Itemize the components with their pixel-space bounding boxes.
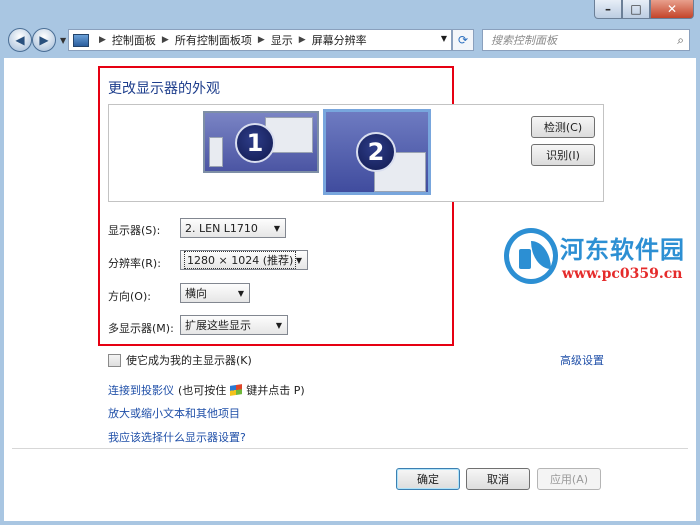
display-value: 2. LEN L1710	[185, 221, 258, 235]
refresh-icon: ⟳	[457, 33, 469, 47]
projector-hint-suffix: 键并点击 P)	[246, 384, 305, 397]
search-icon[interactable]: ⌕	[677, 33, 684, 48]
projector-hint-prefix: (也可按住	[178, 384, 227, 397]
apply-button[interactable]: 应用(A)	[537, 468, 601, 490]
caption-buttons: – □ ✕	[594, 0, 694, 20]
navigation-bar: ◀ ▶ ▼ ▶ 控制面板 ▶ 所有控制面板项 ▶ 显示 ▶ 屏幕分辨率 ▼ ⟳ …	[0, 24, 700, 56]
breadcrumb-display[interactable]: 显示	[271, 32, 293, 48]
display-label: 显示器(S):	[108, 224, 161, 237]
projector-link[interactable]: 连接到投影仪	[108, 382, 174, 398]
window: – □ ✕ ◀ ▶ ▼ ▶ 控制面板 ▶ 所有控制面板项 ▶ 显示 ▶ 屏幕分辨…	[0, 0, 700, 525]
chevron-down-icon: ▼	[237, 289, 244, 298]
search-input[interactable]	[489, 32, 663, 48]
identify-button[interactable]: 识别(I)	[531, 144, 595, 166]
watermark-logo-icon	[504, 228, 558, 284]
orientation-label: 方向(O):	[108, 290, 151, 303]
title-bar: – □ ✕	[0, 0, 700, 24]
back-button[interactable]: ◀	[8, 28, 32, 52]
resolution-value: 1280 × 1024 (推荐)	[183, 251, 297, 269]
forward-arrow-icon: ▶	[39, 33, 49, 47]
monitor-number-badge: 1	[235, 123, 275, 163]
breadcrumb-control-panel[interactable]: 控制面板	[112, 32, 156, 48]
orientation-value: 横向	[185, 287, 207, 300]
breadcrumb-screen-resolution[interactable]: 屏幕分辨率	[312, 32, 367, 48]
watermark: 河东软件园 www.pc0359.cn	[504, 228, 700, 290]
which-settings-link[interactable]: 我应该选择什么显示器设置?	[108, 429, 246, 445]
primary-display-row[interactable]: 使它成为我的主显示器(K)	[108, 352, 252, 368]
address-bar[interactable]: ▶ 控制面板 ▶ 所有控制面板项 ▶ 显示 ▶ 屏幕分辨率 ▼	[68, 29, 452, 51]
multi-display-value: 扩展这些显示	[185, 319, 251, 332]
primary-display-label[interactable]: 使它成为我的主显示器(K)	[126, 352, 252, 368]
breadcrumb-separator-icon[interactable]: ▶	[99, 35, 106, 45]
recent-pages-dropdown-icon[interactable]: ▼	[60, 36, 66, 45]
primary-display-checkbox[interactable]	[108, 353, 121, 367]
monitor-2[interactable]: 2	[323, 109, 431, 195]
breadcrumb-separator-icon[interactable]: ▶	[258, 35, 265, 45]
maximize-button[interactable]: □	[622, 0, 650, 19]
watermark-url: www.pc0359.cn	[562, 266, 683, 282]
chevron-down-icon: ▼	[273, 224, 280, 233]
breadcrumb-separator-icon[interactable]: ▶	[299, 35, 306, 45]
minimize-button[interactable]: –	[594, 0, 622, 19]
watermark-title: 河东软件园	[560, 236, 685, 264]
footer-divider	[12, 448, 688, 449]
multi-display-select[interactable]: 扩展这些显示 ▼	[180, 315, 288, 335]
monitor-1[interactable]: 1	[203, 111, 319, 173]
forward-button[interactable]: ▶	[32, 28, 56, 52]
display-select[interactable]: 2. LEN L1710 ▼	[180, 218, 286, 238]
breadcrumb-separator-icon[interactable]: ▶	[162, 35, 169, 45]
advanced-settings-link[interactable]: 高级设置	[560, 352, 604, 368]
back-arrow-icon: ◀	[15, 33, 25, 47]
chevron-down-icon: ▼	[295, 256, 302, 265]
ok-button[interactable]: 确定	[396, 468, 460, 490]
monitor-arrangement: 1 2 检测(C) 识别(I)	[108, 104, 604, 202]
text-size-link[interactable]: 放大或缩小文本和其他项目	[108, 405, 240, 421]
monitor-number-badge: 2	[356, 132, 396, 172]
detect-button[interactable]: 检测(C)	[531, 116, 595, 138]
resolution-select[interactable]: 1280 × 1024 (推荐) ▼	[180, 250, 308, 270]
breadcrumb-all-items[interactable]: 所有控制面板项	[175, 32, 252, 48]
content-pane: 更改显示器的外观 1 2 检测(C) 识别(I) 显示器(S): 2. LEN …	[4, 58, 696, 521]
mini-window-icon	[209, 137, 223, 167]
search-box[interactable]: ⌕	[482, 29, 690, 51]
projector-row: 连接到投影仪 (也可按住 键并点击 P)	[108, 382, 305, 398]
chevron-down-icon: ▼	[275, 321, 282, 330]
cancel-button[interactable]: 取消	[466, 468, 530, 490]
page-title: 更改显示器的外观	[108, 81, 220, 97]
multi-display-label: 多显示器(M):	[108, 322, 174, 335]
resolution-label: 分辨率(R):	[108, 257, 161, 270]
close-button[interactable]: ✕	[650, 0, 694, 19]
control-panel-icon	[73, 33, 89, 47]
windows-logo-icon	[230, 384, 243, 396]
orientation-select[interactable]: 横向 ▼	[180, 283, 250, 303]
address-dropdown-icon[interactable]: ▼	[441, 34, 447, 43]
refresh-button[interactable]: ⟳	[452, 29, 474, 51]
